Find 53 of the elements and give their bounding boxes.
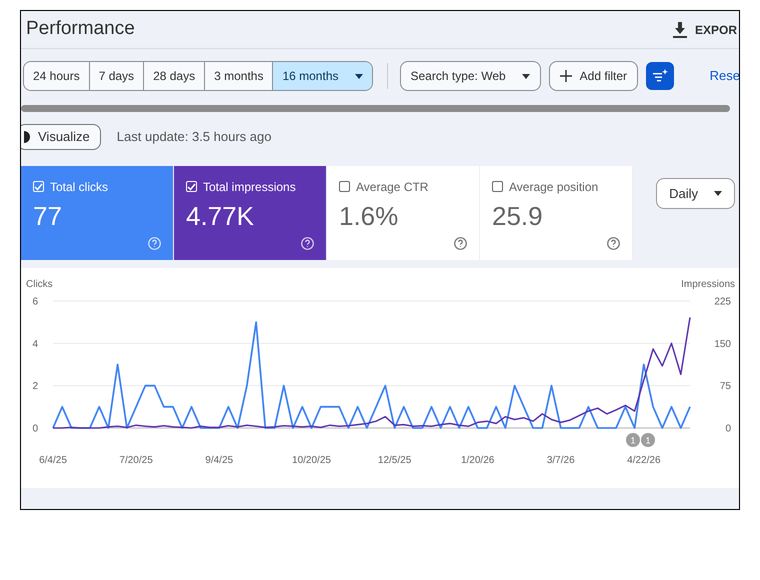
search-type-dropdown[interactable]: Search type: Web (400, 61, 541, 91)
metric-label: Average position (509, 178, 598, 196)
tick-label: 2 (32, 380, 38, 392)
axis-title: Impressions (681, 278, 735, 290)
tick-label: 9/4/25 (205, 454, 234, 466)
tick-label: 12/5/25 (378, 454, 412, 466)
tick-label: 1/20/26 (460, 454, 494, 466)
metric-label: Total clicks (50, 178, 108, 196)
granularity-dropdown[interactable]: Daily (656, 178, 735, 209)
tick-label: 4 (32, 338, 38, 350)
metric-value: 77 (33, 202, 63, 230)
last-update-text: Last update: 3.5 hours ago (116, 128, 272, 146)
caret-icon (354, 74, 362, 78)
checkbox[interactable] (492, 181, 503, 192)
tick-label: 7/20/25 (119, 454, 153, 466)
tick-label: 75 (720, 380, 731, 392)
help-icon[interactable] (454, 236, 467, 250)
caret-icon (714, 190, 722, 196)
metric-card[interactable]: Average CTR 1.6% (327, 166, 480, 260)
filter-settings-button[interactable] (646, 62, 674, 90)
scrollbar[interactable] (21, 105, 730, 112)
date-range-tab[interactable]: 7 days (90, 62, 144, 90)
tick-label: 10/20/25 (292, 454, 331, 466)
plus-icon (560, 70, 572, 82)
page-title: Performance (26, 17, 135, 42)
date-range-tab[interactable]: 28 days (144, 62, 206, 90)
tick-label: 0 (725, 423, 731, 434)
date-range-tab[interactable]: 3 months (205, 62, 274, 90)
tick-label: 3/7/26 (546, 454, 575, 466)
metric-label: Total impressions (203, 178, 296, 196)
sparkle-filter-icon (652, 69, 668, 83)
tick-label: 6/4/25 (39, 454, 67, 466)
visualize-icon (24, 130, 30, 143)
tick-label: 0 (32, 423, 38, 434)
caret-icon (522, 74, 530, 78)
checkbox[interactable] (339, 181, 350, 192)
metric-value: 1.6% (339, 202, 400, 230)
visualize-button[interactable]: Visualize (21, 124, 101, 150)
axis-title: Clicks (26, 278, 53, 290)
metric-card[interactable]: Average position 25.9 (480, 166, 633, 260)
metric-value: 25.9 (492, 202, 544, 230)
metric-value: 4.77K (186, 202, 255, 230)
help-icon[interactable] (607, 236, 620, 250)
add-filter-button[interactable]: Add filter (548, 61, 638, 91)
metric-label: Average CTR (356, 178, 428, 196)
tick-label: 150 (714, 338, 731, 350)
download-icon (672, 22, 687, 38)
tick-label: 225 (714, 296, 731, 307)
date-range-tab[interactable]: 24 hours (24, 62, 90, 90)
date-range-tab[interactable]: 16 months (273, 62, 372, 90)
tick-label: 6 (32, 296, 38, 307)
tick-label: 4/22/26 (627, 454, 661, 466)
export-button[interactable]: EXPOR (672, 20, 737, 38)
